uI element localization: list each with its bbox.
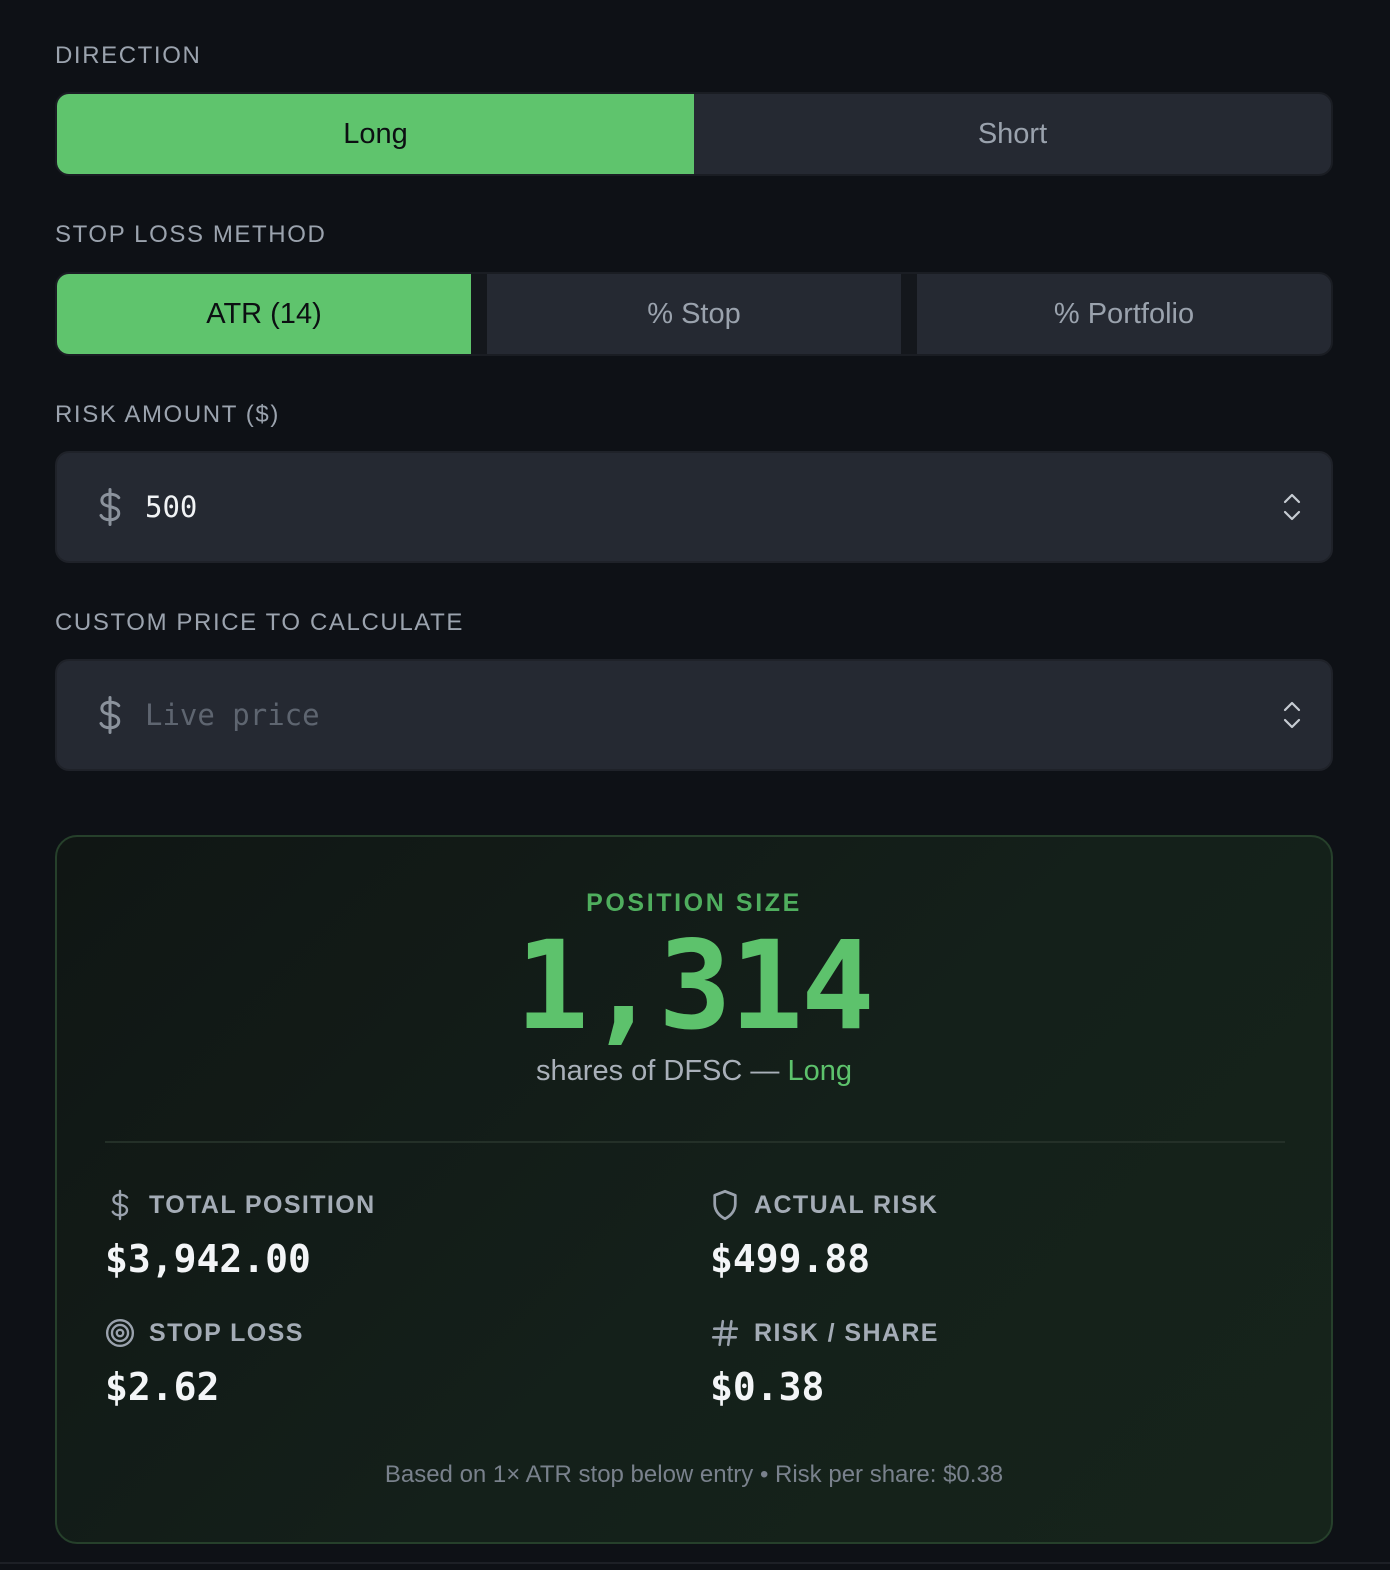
bottom-divider — [0, 1562, 1390, 1564]
direction-long-button[interactable]: Long — [57, 94, 694, 174]
position-size-subtitle: shares of DFSC — Long — [57, 1055, 1331, 1088]
stop-loss-method-toggle: ATR (14) % Stop % Portfolio — [55, 272, 1333, 356]
position-size-result-card: POSITION SIZE 1,314 shares of DFSC — Lon… — [55, 835, 1333, 1544]
risk-amount-field — [55, 451, 1333, 563]
stop-method-percent-stop-button[interactable]: % Stop — [471, 274, 901, 354]
stat-label: STOP LOSS — [149, 1318, 304, 1347]
stat-value: $0.38 — [710, 1365, 825, 1409]
subtitle-direction: Long — [787, 1055, 852, 1087]
direction-toggle: Long Short — [55, 92, 1333, 176]
stat-stop-loss: STOP LOSS $2.62 — [105, 1315, 304, 1410]
subtitle-prefix: shares of DFSC — — [536, 1055, 780, 1087]
hash-icon — [711, 1319, 739, 1347]
stat-label: TOTAL POSITION — [149, 1190, 376, 1219]
risk-amount-input[interactable] — [145, 477, 1281, 537]
custom-price-input[interactable] — [145, 685, 1281, 745]
direction-label: DIRECTION — [55, 42, 202, 69]
position-size-label: POSITION SIZE — [586, 889, 802, 917]
stop-method-percent-portfolio-button[interactable]: % Portfolio — [901, 274, 1331, 354]
dollar-icon — [111, 1189, 129, 1221]
target-icon — [105, 1318, 135, 1348]
position-size-value: 1,314 — [515, 915, 874, 1057]
calculation-footnote: Based on 1× ATR stop below entry • Risk … — [384, 1461, 1004, 1488]
dollar-icon — [99, 696, 121, 734]
stop-method-atr-button[interactable]: ATR (14) — [57, 274, 471, 354]
custom-price-field — [55, 659, 1333, 771]
divider — [105, 1141, 1285, 1143]
stat-value: $3,942.00 — [105, 1237, 311, 1281]
risk-amount-label: RISK AMOUNT ($) — [55, 401, 280, 428]
stat-total-position: TOTAL POSITION $3,942.00 — [105, 1187, 376, 1281]
stat-label: ACTUAL RISK — [754, 1190, 939, 1219]
dollar-icon — [99, 488, 121, 526]
stepper-icon[interactable] — [1281, 698, 1303, 732]
stepper-icon[interactable] — [1281, 490, 1303, 524]
stop-loss-method-label: STOP LOSS METHOD — [55, 221, 327, 248]
position-size-calculator: DIRECTION Long Short STOP LOSS METHOD AT… — [0, 0, 1390, 1570]
shield-icon — [713, 1189, 737, 1221]
direction-short-button[interactable]: Short — [694, 94, 1331, 174]
stat-label: RISK / SHARE — [754, 1318, 939, 1347]
stat-value: $2.62 — [105, 1365, 220, 1409]
stat-risk-per-share: RISK / SHARE $0.38 — [710, 1315, 939, 1410]
stat-value: $499.88 — [710, 1237, 871, 1281]
custom-price-label: CUSTOM PRICE TO CALCULATE — [55, 609, 464, 636]
stat-actual-risk: ACTUAL RISK $499.88 — [710, 1187, 938, 1281]
